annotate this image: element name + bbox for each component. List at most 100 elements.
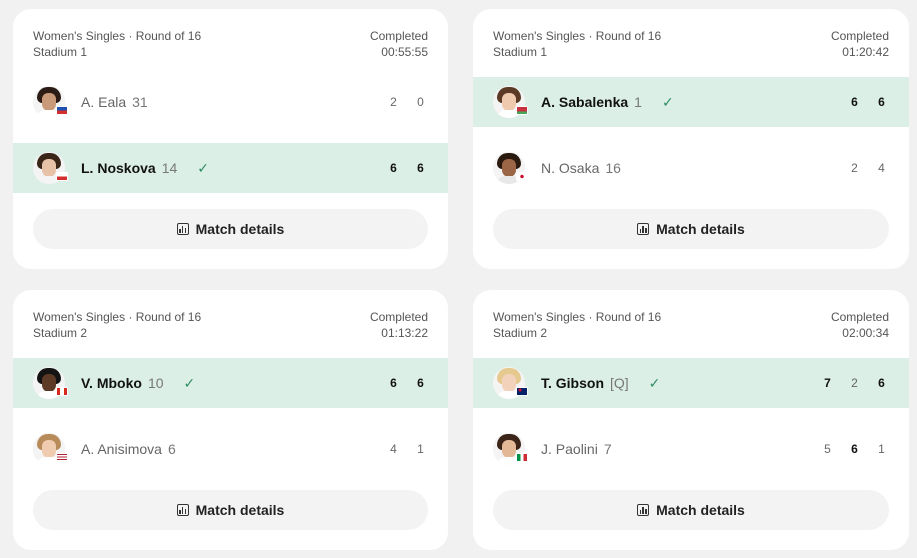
player-seed: [Q] (610, 375, 629, 391)
player-seed: 16 (605, 160, 621, 176)
check-icon: ✓ (661, 93, 674, 110)
set-score: 6 (417, 376, 424, 390)
player-name[interactable]: A. Anisimova (81, 441, 162, 457)
player-seed: 31 (132, 94, 148, 110)
duration-label: 02:00:34 (842, 326, 889, 340)
country-flag-icon (516, 387, 528, 396)
player-row[interactable]: V. Mboko 10 ✓ 66 (13, 358, 448, 408)
set-scores: 66 (841, 77, 895, 127)
country-flag-icon (56, 387, 68, 396)
match-details-label: Match details (195, 502, 285, 518)
court-label: Stadium 1 (33, 45, 88, 59)
duration-label: 01:20:42 (842, 45, 889, 59)
player-name[interactable]: V. Mboko (81, 375, 142, 391)
player-name[interactable]: N. Osaka (541, 160, 599, 176)
player-seed: 1 (634, 94, 642, 110)
match-info: Women's Singles · Round of 16 Stadium 1 (493, 28, 661, 60)
court-label: Stadium 2 (493, 326, 548, 340)
match-card: Women's Singles · Round of 16 Stadium 2 … (13, 290, 448, 550)
player-avatar (493, 433, 528, 465)
match-status: Completed 00:55:55 (370, 28, 428, 60)
set-score: 6 (390, 161, 397, 175)
match-details-button[interactable]: Match details (493, 209, 889, 249)
player-name[interactable]: L. Noskova (81, 160, 156, 176)
player-row[interactable]: A. Eala 31 20 (13, 77, 448, 127)
set-scores: 5 6 1 (814, 424, 895, 474)
country-flag-icon (516, 453, 528, 462)
court-label: Stadium 1 (493, 45, 548, 59)
player-avatar (33, 86, 68, 118)
player-row[interactable]: A. Sabalenka 1 ✓ 66 (473, 77, 909, 127)
match-header: Women's Singles · Round of 16 Stadium 2 … (493, 309, 889, 341)
duration-label: 01:13:22 (381, 326, 428, 340)
set-score: 5 (824, 442, 831, 456)
player-avatar (33, 433, 68, 465)
set-score: 6 (417, 161, 424, 175)
event-label: Women's Singles · Round of 16 (493, 29, 662, 43)
player-row[interactable]: L. Noskova 14 ✓ 66 (13, 143, 448, 193)
set-score: 4 (390, 442, 397, 456)
match-header: Women's Singles · Round of 16 Stadium 1 … (493, 28, 889, 60)
event-label: Women's Singles · Round of 16 (493, 310, 662, 324)
status-label: Completed (369, 310, 428, 324)
set-score: 6 (878, 376, 885, 390)
set-scores: 66 (380, 358, 434, 408)
player-row[interactable]: T. Gibson [Q] ✓ 7 2 6 (473, 358, 909, 408)
match-status: Completed 01:13:22 (370, 309, 428, 341)
player-name[interactable]: J. Paolini (541, 441, 598, 457)
set-score: 6 (851, 442, 858, 456)
player-name[interactable]: A. Eala (81, 94, 126, 110)
player-avatar (33, 152, 68, 184)
player-row[interactable]: J. Paolini 7 5 6 1 (473, 424, 909, 474)
country-flag-icon (56, 453, 68, 462)
set-scores: 7 2 6 (814, 358, 895, 408)
set-scores: 66 (380, 143, 434, 193)
bar-chart-icon (176, 504, 189, 516)
status-label: Completed (369, 29, 428, 43)
player-avatar (493, 86, 528, 118)
match-details-label: Match details (195, 221, 285, 237)
match-details-label: Match details (656, 221, 745, 237)
match-info: Women's Singles · Round of 16 Stadium 2 (493, 309, 661, 341)
set-score: 6 (851, 95, 858, 109)
player-avatar (33, 367, 68, 399)
event-label: Women's Singles · Round of 16 (33, 310, 202, 324)
match-details-label: Match details (656, 502, 745, 518)
country-flag-icon (516, 172, 528, 181)
player-seed: 6 (167, 441, 176, 457)
bar-chart-icon (176, 223, 189, 235)
match-status: Completed 02:00:34 (831, 309, 889, 341)
match-card: Women's Singles · Round of 16 Stadium 1 … (13, 9, 448, 269)
set-scores: 24 (841, 143, 895, 193)
player-row[interactable]: N. Osaka 16 24 (473, 143, 909, 193)
set-score: 2 (851, 376, 858, 390)
match-card: Women's Singles · Round of 16 Stadium 2 … (473, 290, 909, 550)
player-name[interactable]: T. Gibson (541, 375, 604, 391)
player-seed: 14 (161, 160, 178, 176)
match-details-button[interactable]: Match details (33, 490, 428, 530)
check-icon: ✓ (197, 159, 210, 176)
player-row[interactable]: A. Anisimova 6 41 (13, 424, 448, 474)
set-scores: 20 (380, 77, 434, 127)
player-seed: 7 (603, 441, 612, 457)
match-details-button[interactable]: Match details (33, 209, 428, 249)
set-score: 4 (878, 161, 885, 175)
set-score: 6 (390, 376, 397, 390)
player-avatar (493, 367, 528, 399)
set-score: 7 (824, 376, 831, 390)
country-flag-icon (56, 106, 68, 115)
bar-chart-icon (637, 223, 650, 235)
status-label: Completed (830, 310, 889, 324)
country-flag-icon (516, 106, 528, 115)
court-label: Stadium 2 (33, 326, 88, 340)
set-score: 2 (851, 161, 858, 175)
country-flag-icon (56, 172, 68, 181)
set-score: 1 (878, 442, 885, 456)
match-card: Women's Singles · Round of 16 Stadium 1 … (473, 9, 909, 269)
match-header: Women's Singles · Round of 16 Stadium 2 … (33, 309, 428, 341)
set-score: 6 (878, 95, 885, 109)
match-status: Completed 01:20:42 (831, 28, 889, 60)
player-name[interactable]: A. Sabalenka (541, 94, 628, 110)
match-details-button[interactable]: Match details (493, 490, 889, 530)
match-info: Women's Singles · Round of 16 Stadium 2 (33, 309, 201, 341)
